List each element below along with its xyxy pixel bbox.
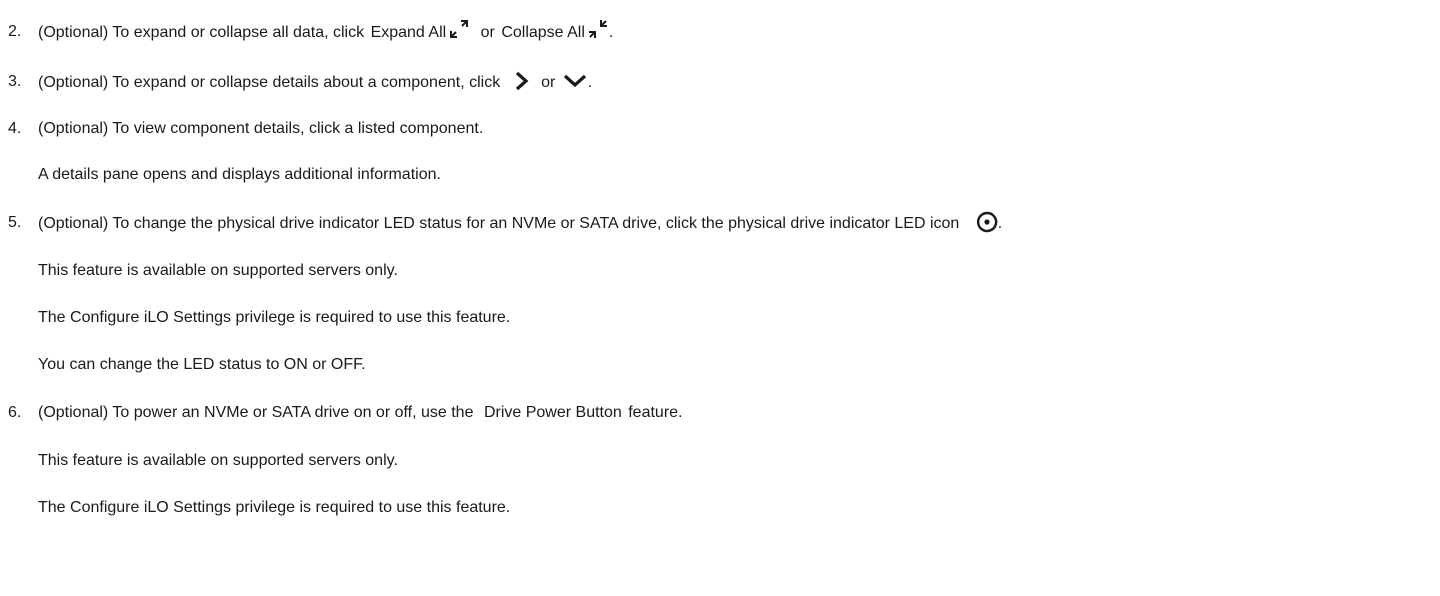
step-text-before: (Optional) To power an NVMe or SATA driv… [38,404,474,421]
step-note: A details pane opens and displays additi… [38,166,441,183]
step-number: 6. [8,404,22,421]
step-text: (Optional) To change the physical drive … [38,211,1003,235]
step-text-after: . [608,24,614,42]
chevron-right-icon [511,70,531,92]
step-text-main: (Optional) To change the physical drive … [38,215,960,233]
drive-power-button-label: Drive Power Button [483,404,622,421]
step-text: (Optional) To view component details, cl… [38,120,484,137]
step-number: 5. [8,214,22,231]
step-text-after: feature. [628,404,683,421]
step-text-before: (Optional) To expand or collapse details… [38,74,501,92]
step-note: This feature is available on supported s… [38,452,398,469]
step-text-after: . [997,215,1003,233]
collapse-all-label: Collapse All [501,24,585,42]
step-text: (Optional) To power an NVMe or SATA driv… [38,403,683,423]
step-number: 4. [8,120,22,137]
drive-indicator-led-icon [976,211,998,233]
step-number: 2. [8,23,22,40]
step-text-after: . [587,74,593,92]
step-text-before: (Optional) To expand or collapse all dat… [38,24,365,42]
step-note: This feature is available on supported s… [38,262,398,279]
step-note: The Configure iLO Settings privilege is … [38,499,511,516]
step-text: (Optional) To expand or collapse all dat… [38,20,614,44]
step-text-or: or [480,24,495,42]
expand-all-icon [448,18,470,40]
expand-all-label: Expand All [370,24,447,42]
step-text: (Optional) To expand or collapse details… [38,70,593,94]
step-note: You can change the LED status to ON or O… [38,356,366,373]
step-text-or: or [541,74,556,92]
step-number: 3. [8,73,22,90]
chevron-down-icon [562,70,588,92]
step-note: The Configure iLO Settings privilege is … [38,309,511,326]
collapse-all-icon [587,18,609,40]
document-body: 2. (Optional) To expand or collapse all … [0,0,1440,596]
